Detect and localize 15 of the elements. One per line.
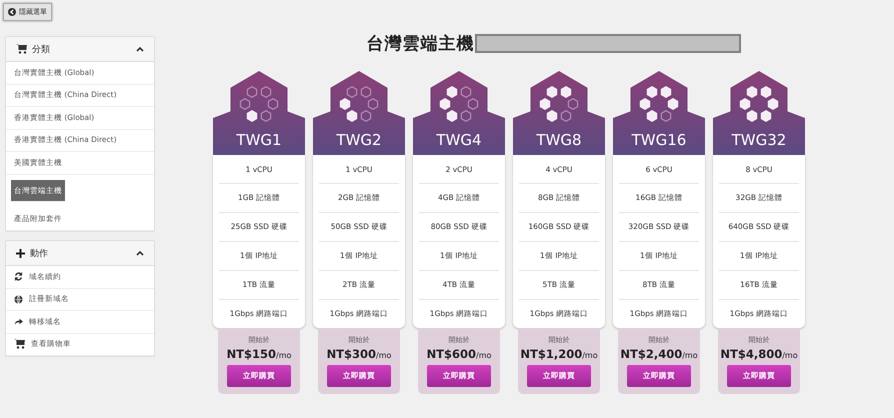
plan-name: TWG4 <box>436 131 482 149</box>
panel-title: 動作 <box>30 248 49 260</box>
plan-name: TWG1 <box>236 131 282 149</box>
price-text: NT$1,200/mo <box>520 347 598 361</box>
plan-name: TWG32 <box>732 131 786 149</box>
price-text: NT$2,400/mo <box>620 347 698 361</box>
plan-name: TWG8 <box>536 131 582 149</box>
plan-name: TWG16 <box>632 131 686 149</box>
price-text: NT$150/mo <box>226 347 292 361</box>
page-title: 台灣雲端主機 <box>366 33 474 55</box>
price-text: NT$4,800/mo <box>720 347 798 361</box>
price-text: NT$300/mo <box>326 347 392 361</box>
panel-title: 分類 <box>32 44 51 56</box>
plan-name: TWG2 <box>336 131 382 149</box>
price-text: NT$600/mo <box>426 347 492 361</box>
